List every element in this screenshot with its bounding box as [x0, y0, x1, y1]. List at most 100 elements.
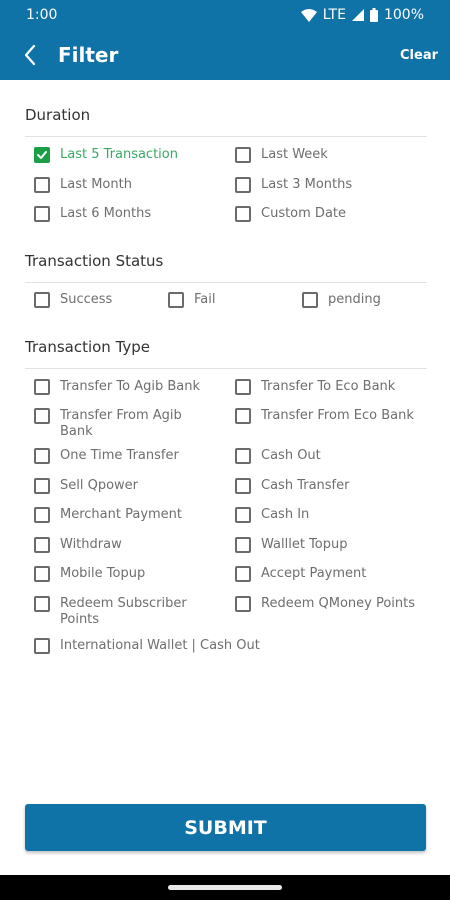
clear-button[interactable]: Clear [400, 48, 438, 63]
checkbox-unchecked-icon[interactable] [34, 566, 50, 582]
checkbox-label: One Time Transfer [60, 448, 179, 463]
checkbox-mobile-topup[interactable]: Mobile Topup [34, 566, 205, 582]
checkbox-unchecked-icon[interactable] [168, 292, 184, 308]
checkbox-label: Redeem Subscriber Points [60, 596, 187, 627]
signal-icon [351, 9, 364, 21]
checkbox-label: International Wallet | Cash Out [60, 638, 260, 653]
submit-button[interactable]: SUBMIT [25, 804, 426, 851]
checkbox-label: Sell Qpower [60, 478, 139, 493]
checkbox-last-5-transaction[interactable]: Last 5 Transaction [34, 147, 220, 163]
checkbox-unchecked-icon[interactable] [34, 408, 50, 424]
checkbox-label: Fail [194, 292, 216, 307]
checkbox-merchant-payment[interactable]: Merchant Payment [34, 507, 205, 523]
checkbox-unchecked-icon[interactable] [34, 177, 50, 193]
checkbox-label: Accept Payment [261, 566, 367, 581]
checkbox-pending[interactable]: pending [302, 292, 438, 308]
checkbox-cash-transfer[interactable]: Cash Transfer [235, 478, 431, 494]
checkbox-label: Last 6 Months [60, 206, 152, 221]
network-label: LTE [322, 7, 346, 23]
checkbox-unchecked-icon[interactable] [34, 206, 50, 222]
checkbox-label: Transfer From Agib Bank [60, 408, 182, 439]
back-arrow-icon [24, 44, 36, 66]
checkbox-unchecked-icon[interactable] [235, 448, 251, 464]
status-icons: LTE 100% [300, 7, 424, 23]
checkbox-label: Merchant Payment [60, 507, 183, 522]
checkbox-unchecked-icon[interactable] [34, 596, 50, 612]
checkbox-withdraw[interactable]: Withdraw [34, 537, 205, 553]
checkbox-last-6-months[interactable]: Last 6 Months [34, 206, 220, 222]
checkbox-transfer-to-eco-bank[interactable]: Transfer To Eco Bank [235, 379, 431, 395]
checkbox-success[interactable]: Success [34, 292, 170, 308]
checkbox-label: Last Month [60, 177, 132, 192]
checkbox-label: Custom Date [261, 206, 347, 221]
transaction-status-heading: Transaction Status [25, 252, 164, 270]
checkbox-unchecked-icon[interactable] [235, 507, 251, 523]
home-handle[interactable] [168, 885, 282, 890]
checkbox-transfer-from-eco-bank[interactable]: Transfer From Eco Bank [235, 408, 431, 424]
app-bar: Filter Clear [0, 30, 450, 80]
checkbox-unchecked-icon[interactable] [34, 638, 50, 654]
back-button[interactable] [8, 33, 52, 77]
checkbox-label: Mobile Topup [60, 566, 146, 581]
checkbox-label: Transfer To Eco Bank [261, 379, 396, 394]
checkbox-unchecked-icon[interactable] [235, 408, 251, 424]
checkbox-label: Withdraw [60, 537, 122, 552]
checkbox-international-wallet-cash-out[interactable]: International Wallet | Cash Out [34, 638, 320, 654]
checkbox-unchecked-icon[interactable] [34, 292, 50, 308]
checkbox-unchecked-icon[interactable] [34, 537, 50, 553]
checkbox-label: Walllet Topup [261, 537, 348, 552]
divider [25, 282, 427, 283]
battery-icon [369, 8, 378, 22]
checkbox-label: Cash Transfer [261, 478, 350, 493]
checkbox-unchecked-icon[interactable] [34, 507, 50, 523]
checkbox-unchecked-icon[interactable] [235, 478, 251, 494]
checkbox-last-week[interactable]: Last Week [235, 147, 421, 163]
status-time: 1:00 [26, 7, 58, 23]
checkbox-unchecked-icon[interactable] [235, 177, 251, 193]
system-nav-bar [0, 875, 450, 900]
checkbox-unchecked-icon[interactable] [34, 448, 50, 464]
checkbox-redeem-qmoney-points[interactable]: Redeem QMoney Points [235, 596, 431, 612]
checkbox-cash-in[interactable]: Cash In [235, 507, 431, 523]
checkbox-label: Cash In [261, 507, 310, 522]
checkbox-unchecked-icon[interactable] [235, 147, 251, 163]
checkbox-unchecked-icon[interactable] [34, 379, 50, 395]
checkbox-unchecked-icon[interactable] [235, 566, 251, 582]
checkbox-transfer-to-agib-bank[interactable]: Transfer To Agib Bank [34, 379, 205, 395]
duration-heading: Duration [25, 106, 91, 124]
status-bar: 1:00 LTE 100% [0, 0, 450, 30]
checkbox-unchecked-icon[interactable] [235, 206, 251, 222]
divider [25, 368, 427, 369]
checkbox-checked-icon[interactable] [34, 147, 50, 163]
checkbox-label: Success [60, 292, 113, 307]
checkbox-one-time-transfer[interactable]: One Time Transfer [34, 448, 205, 464]
checkbox-unchecked-icon[interactable] [235, 379, 251, 395]
checkbox-walllet-topup[interactable]: Walllet Topup [235, 537, 431, 553]
checkbox-label: Last Week [261, 147, 328, 162]
checkbox-unchecked-icon[interactable] [235, 596, 251, 612]
divider [25, 136, 427, 137]
checkbox-unchecked-icon[interactable] [302, 292, 318, 308]
checkbox-custom-date[interactable]: Custom Date [235, 206, 421, 222]
checkbox-last-3-months[interactable]: Last 3 Months [235, 177, 421, 193]
page-title: Filter [58, 43, 119, 67]
battery-label: 100% [383, 7, 424, 23]
checkbox-unchecked-icon[interactable] [235, 537, 251, 553]
transaction-type-heading: Transaction Type [25, 338, 151, 356]
checkbox-label: Transfer From Eco Bank [261, 408, 414, 423]
checkbox-accept-payment[interactable]: Accept Payment [235, 566, 431, 582]
checkbox-label: Last 3 Months [261, 177, 353, 192]
checkbox-fail[interactable]: Fail [168, 292, 304, 308]
checkbox-transfer-from-agib-bank[interactable]: Transfer From Agib Bank [34, 408, 205, 440]
wifi-icon [300, 8, 317, 22]
checkmark-icon [37, 151, 47, 159]
checkbox-label: Last 5 Transaction [60, 147, 178, 162]
checkbox-cash-out[interactable]: Cash Out [235, 448, 431, 464]
checkbox-label: Redeem QMoney Points [261, 596, 416, 611]
checkbox-label: Cash Out [261, 448, 321, 463]
checkbox-label: Transfer To Agib Bank [60, 379, 201, 394]
checkbox-sell-qpower[interactable]: Sell Qpower [34, 478, 205, 494]
checkbox-unchecked-icon[interactable] [34, 478, 50, 494]
checkbox-redeem-subscriber-points[interactable]: Redeem Subscriber Points [34, 596, 205, 628]
checkbox-last-month[interactable]: Last Month [34, 177, 220, 193]
